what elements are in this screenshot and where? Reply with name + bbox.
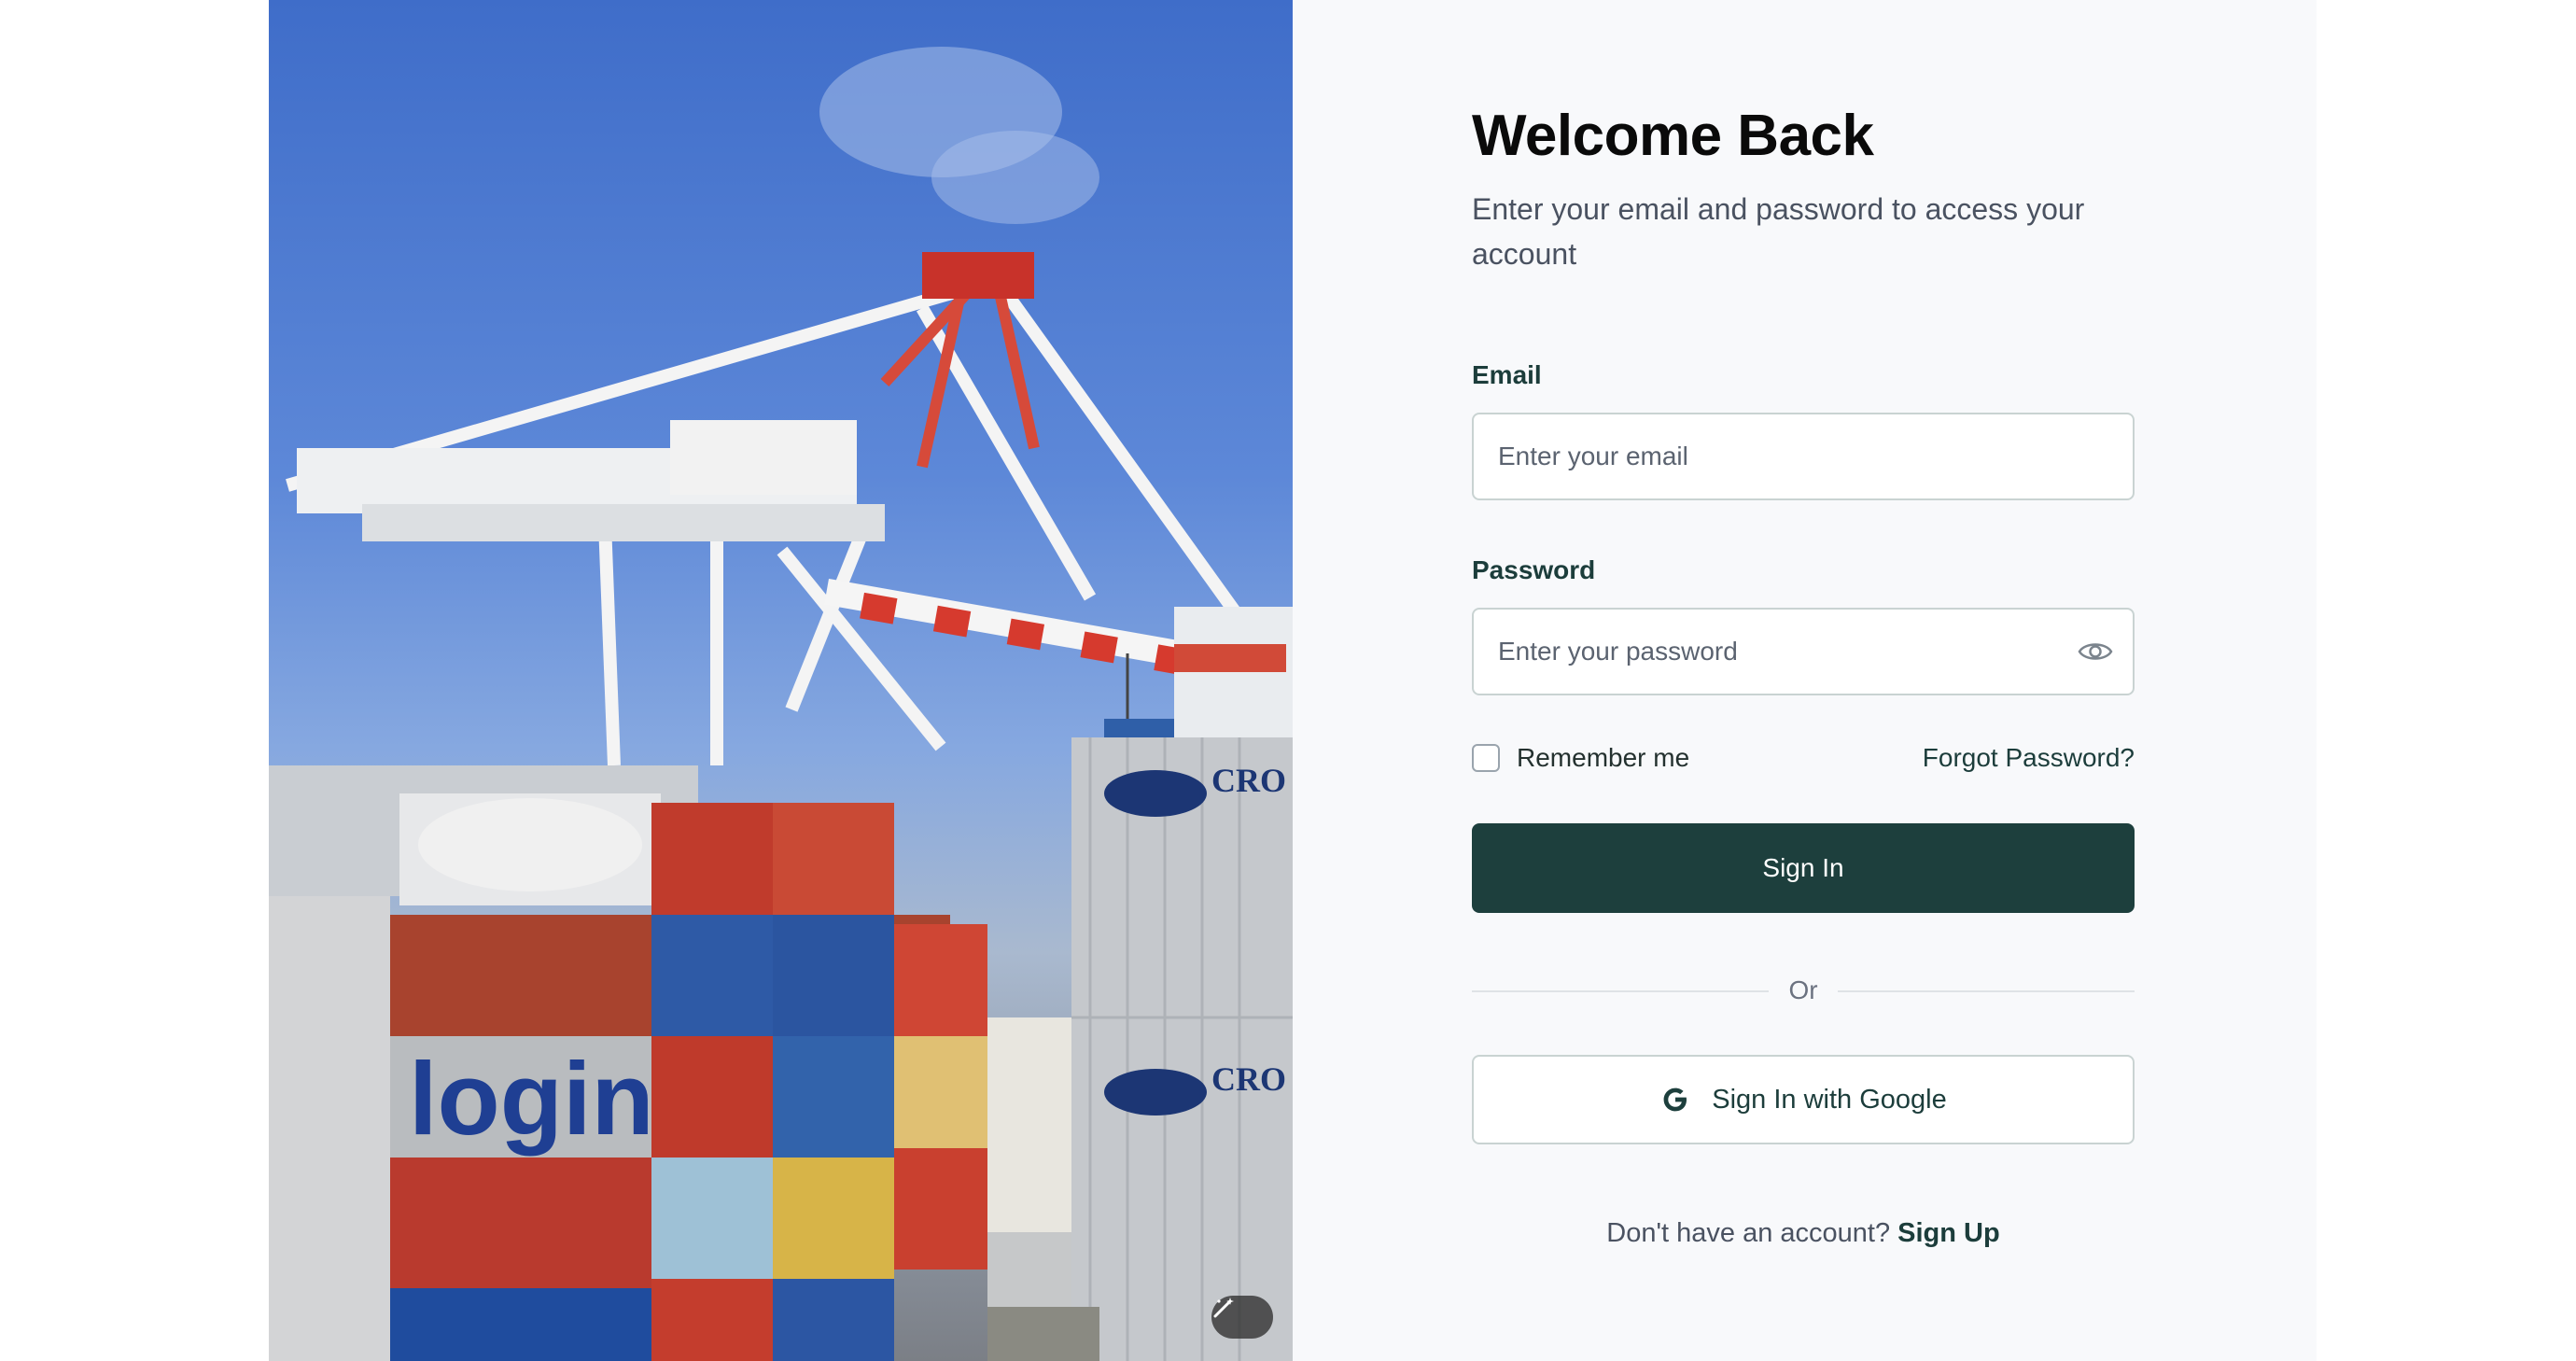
forgot-password-link[interactable]: Forgot Password? <box>1923 743 2135 773</box>
password-input[interactable] <box>1472 608 2135 695</box>
eye-icon[interactable] <box>2077 637 2114 666</box>
remember-me-checkbox[interactable] <box>1472 744 1500 772</box>
hero-image: login CRO CRO <box>269 0 1293 1361</box>
page-frame: login CRO CRO Welcome Back Enter your em… <box>269 0 2317 1361</box>
page-subtitle: Enter your email and password to access … <box>1472 192 2085 271</box>
magic-wand-icon <box>1213 1298 1234 1318</box>
svg-text:CRO: CRO <box>1211 762 1286 799</box>
port-illustration: login CRO CRO <box>269 47 1293 1361</box>
signup-row: Don't have an account? Sign Up <box>1472 1218 2135 1249</box>
email-input[interactable] <box>1472 413 2135 500</box>
divider-label: Or <box>1788 975 1818 1004</box>
sign-in-button[interactable]: Sign In <box>1472 823 2135 913</box>
google-sign-in-button[interactable]: Sign In with Google <box>1472 1055 2135 1144</box>
password-label: Password <box>1472 555 1596 584</box>
svg-text:login: login <box>409 1042 654 1157</box>
sign-up-link[interactable]: Sign Up <box>1897 1218 2000 1248</box>
signup-prompt: Don't have an account? <box>1606 1218 1898 1248</box>
page-title: Welcome Back <box>1472 104 1874 168</box>
magic-wand-button[interactable] <box>1211 1296 1273 1339</box>
login-panel: Welcome Back Enter your email and passwo… <box>1293 0 2317 1361</box>
divider-line-left <box>1472 990 1769 992</box>
remember-me-row[interactable]: Remember me <box>1472 743 1689 773</box>
svg-text:CRO: CRO <box>1211 1060 1286 1098</box>
google-sign-in-label: Sign In with Google <box>1712 1084 1947 1115</box>
divider-line-right <box>1838 990 2135 992</box>
email-label: Email <box>1472 360 1542 389</box>
remember-me-label: Remember me <box>1517 743 1690 772</box>
google-icon <box>1663 1087 1687 1112</box>
